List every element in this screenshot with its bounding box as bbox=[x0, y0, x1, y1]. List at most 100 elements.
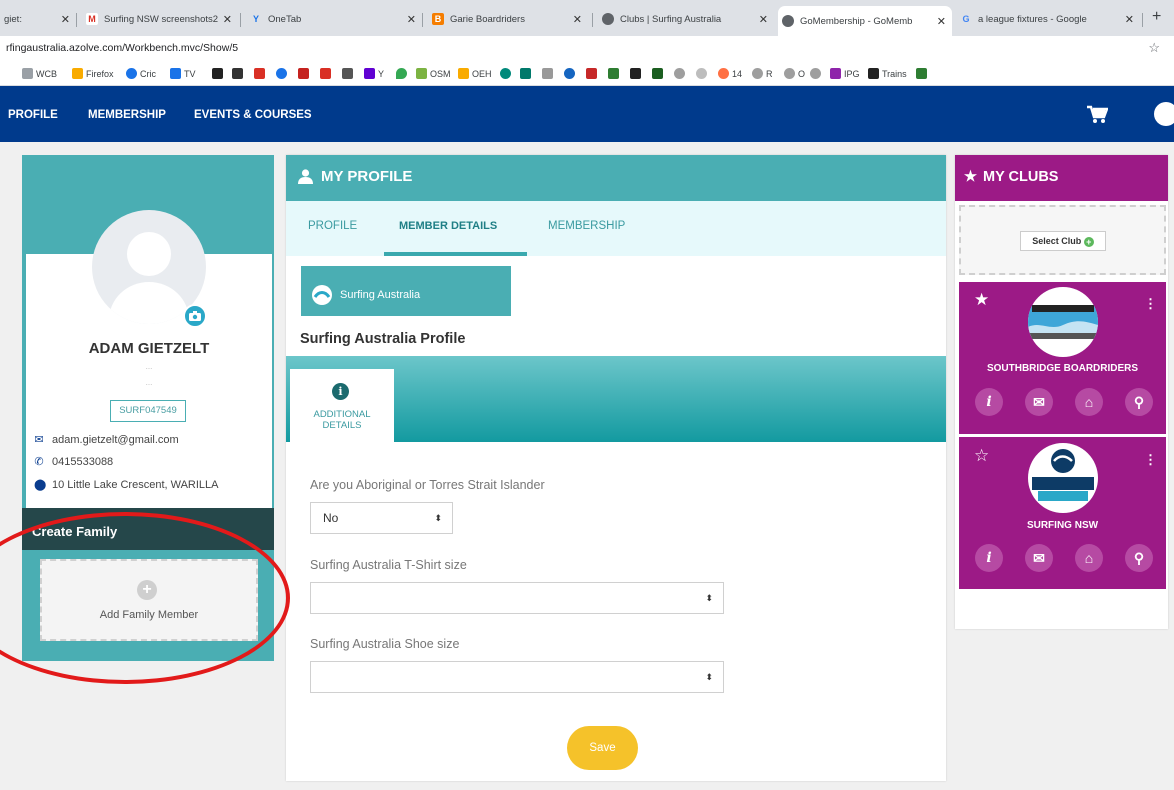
bookmark-icon[interactable] bbox=[298, 68, 309, 79]
user-icon bbox=[298, 169, 313, 184]
bookmark-item[interactable]: O bbox=[784, 68, 805, 79]
close-tab-icon[interactable]: ✕ bbox=[223, 13, 232, 26]
aboriginal-select[interactable]: No ⬍ bbox=[310, 502, 453, 534]
bookmark-item[interactable]: OSM bbox=[416, 68, 451, 79]
tab-label: giet: bbox=[4, 13, 22, 25]
browser-tab[interactable]: Ga league fixtures - Google ✕ bbox=[956, 8, 1140, 30]
bookmark-icon[interactable] bbox=[232, 68, 243, 79]
facebook-icon[interactable] bbox=[276, 68, 287, 79]
bookmark-label: WCB bbox=[36, 68, 57, 79]
bookmark-item[interactable]: R bbox=[752, 68, 773, 79]
bookmark-item[interactable]: Cric bbox=[126, 68, 156, 79]
location-icon[interactable]: ⚲ bbox=[1125, 544, 1153, 572]
youtube-icon[interactable] bbox=[320, 68, 331, 79]
bookmark-star-icon[interactable]: ☆ bbox=[1148, 40, 1160, 56]
browser-tab[interactable]: B Garie Boardriders ✕ bbox=[428, 8, 588, 30]
nav-profile[interactable]: PROFILE bbox=[8, 109, 58, 121]
bookmark-item[interactable]: TV bbox=[170, 68, 196, 79]
info-icon[interactable]: i bbox=[975, 544, 1003, 572]
bookmark-item[interactable]: 14 bbox=[718, 68, 742, 79]
bookmark-item[interactable]: WCB bbox=[22, 68, 57, 79]
surfing-nsw-logo bbox=[1028, 443, 1098, 513]
tab-profile[interactable]: PROFILE bbox=[308, 220, 357, 232]
bookmark-icon[interactable] bbox=[564, 68, 575, 79]
bookmark-item[interactable]: Firefox bbox=[72, 68, 114, 79]
additional-details-line1: ADDITIONAL bbox=[313, 409, 371, 420]
camera-icon[interactable] bbox=[183, 304, 207, 328]
close-tab-icon[interactable]: ✕ bbox=[937, 15, 946, 28]
favourite-star-icon[interactable]: ★ bbox=[974, 290, 989, 310]
bookmark-icon bbox=[830, 68, 841, 79]
phone-icon: ✆ bbox=[34, 456, 44, 468]
new-tab-icon[interactable]: + bbox=[1152, 8, 1161, 26]
bookmark-icon[interactable] bbox=[674, 68, 685, 79]
bookmark-icon bbox=[170, 68, 181, 79]
save-button[interactable]: Save bbox=[567, 726, 638, 770]
bookmark-label: Trains bbox=[882, 68, 907, 79]
bookmark-item[interactable]: IPG bbox=[830, 68, 860, 79]
bookmark-item[interactable]: Trains bbox=[868, 68, 907, 79]
browser-tab[interactable]: M Surfing NSW screenshots2 ✕ bbox=[82, 8, 238, 30]
favourite-star-outline-icon[interactable]: ☆ bbox=[974, 446, 989, 466]
close-tab-icon[interactable]: ✕ bbox=[61, 13, 70, 26]
additional-details-tab[interactable] bbox=[290, 369, 394, 444]
bookmark-icon[interactable] bbox=[542, 68, 553, 79]
nav-events-courses[interactable]: EVENTS & COURSES bbox=[194, 109, 312, 121]
bookmark-label: OSM bbox=[430, 68, 451, 79]
bookmark-icon[interactable] bbox=[500, 68, 511, 79]
home-icon[interactable]: ⌂ bbox=[1075, 388, 1103, 416]
envelope-icon: ✉ bbox=[34, 434, 44, 446]
my-clubs-title-text: MY CLUBS bbox=[983, 169, 1059, 185]
close-tab-icon[interactable]: ✕ bbox=[1125, 13, 1134, 26]
tshirt-size-select[interactable]: ⬍ bbox=[310, 582, 724, 614]
folder-icon bbox=[72, 68, 83, 79]
bookmark-icon[interactable] bbox=[810, 68, 821, 79]
close-tab-icon[interactable]: ✕ bbox=[759, 13, 768, 26]
user-avatar[interactable] bbox=[1154, 102, 1174, 126]
browser-tab[interactable]: giet: ✕ bbox=[0, 8, 76, 30]
bookmark-icon[interactable] bbox=[630, 68, 641, 79]
bookmark-icon[interactable] bbox=[212, 68, 223, 79]
nav-membership[interactable]: MEMBERSHIP bbox=[88, 109, 166, 121]
bookmark-item[interactable]: OEH bbox=[458, 68, 492, 79]
address-text: 10 Little Lake Crescent, WARILLA bbox=[52, 478, 219, 491]
browser-tab[interactable]: Clubs | Surfing Australia ✕ bbox=[598, 8, 774, 30]
maps-icon[interactable] bbox=[396, 68, 407, 79]
bookmark-icon[interactable] bbox=[586, 68, 597, 79]
browser-tab-active[interactable]: GoMembership - GoMemb ✕ bbox=[778, 6, 952, 36]
contact-phone: ✆ 0415533088 bbox=[34, 455, 113, 469]
more-options-icon[interactable]: ⋮ bbox=[1144, 296, 1157, 312]
placeholder-dots: ... bbox=[145, 362, 153, 371]
bookmark-icon[interactable] bbox=[696, 68, 707, 79]
bookmark-icon[interactable] bbox=[254, 68, 265, 79]
select-club-button[interactable]: Select Club + bbox=[1020, 231, 1106, 251]
cart-icon[interactable] bbox=[1086, 105, 1109, 131]
location-icon[interactable]: ⚲ bbox=[1125, 388, 1153, 416]
home-icon[interactable]: ⌂ bbox=[1075, 544, 1103, 572]
url-field[interactable]: rfingaustralia.azolve.com/Workbench.mvc/… bbox=[6, 42, 238, 54]
bookmark-icon[interactable] bbox=[916, 68, 927, 79]
close-tab-icon[interactable]: ✕ bbox=[573, 13, 582, 26]
bookmark-icon[interactable] bbox=[652, 68, 663, 79]
more-options-icon[interactable]: ⋮ bbox=[1144, 452, 1157, 468]
shoe-size-select[interactable]: ⬍ bbox=[310, 661, 724, 693]
tab-member-details[interactable]: MEMBER DETAILS bbox=[399, 220, 497, 232]
tab-divider bbox=[240, 13, 241, 27]
tab-label: Surfing NSW screenshots2 bbox=[104, 13, 219, 25]
email-icon[interactable]: ✉ bbox=[1025, 544, 1053, 572]
bookmark-label: OEH bbox=[472, 68, 492, 79]
bookmark-icon[interactable] bbox=[608, 68, 619, 79]
email-icon[interactable]: ✉ bbox=[1025, 388, 1053, 416]
tab-membership[interactable]: MEMBERSHIP bbox=[548, 220, 625, 232]
info-icon[interactable]: i bbox=[975, 388, 1003, 416]
active-tab-indicator bbox=[384, 252, 527, 256]
close-tab-icon[interactable]: ✕ bbox=[407, 13, 416, 26]
tab-label: a league fixtures - Google bbox=[978, 13, 1087, 25]
bookmark-icon[interactable] bbox=[342, 68, 353, 79]
browser-tab[interactable]: Y OneTab ✕ bbox=[246, 8, 422, 30]
bookmark-icon[interactable] bbox=[520, 68, 531, 79]
bookmark-label: R bbox=[766, 68, 773, 79]
bookmark-item[interactable]: Y bbox=[364, 68, 384, 79]
bookmark-icon bbox=[752, 68, 763, 79]
org-button-content: Surfing Australia bbox=[312, 285, 420, 305]
